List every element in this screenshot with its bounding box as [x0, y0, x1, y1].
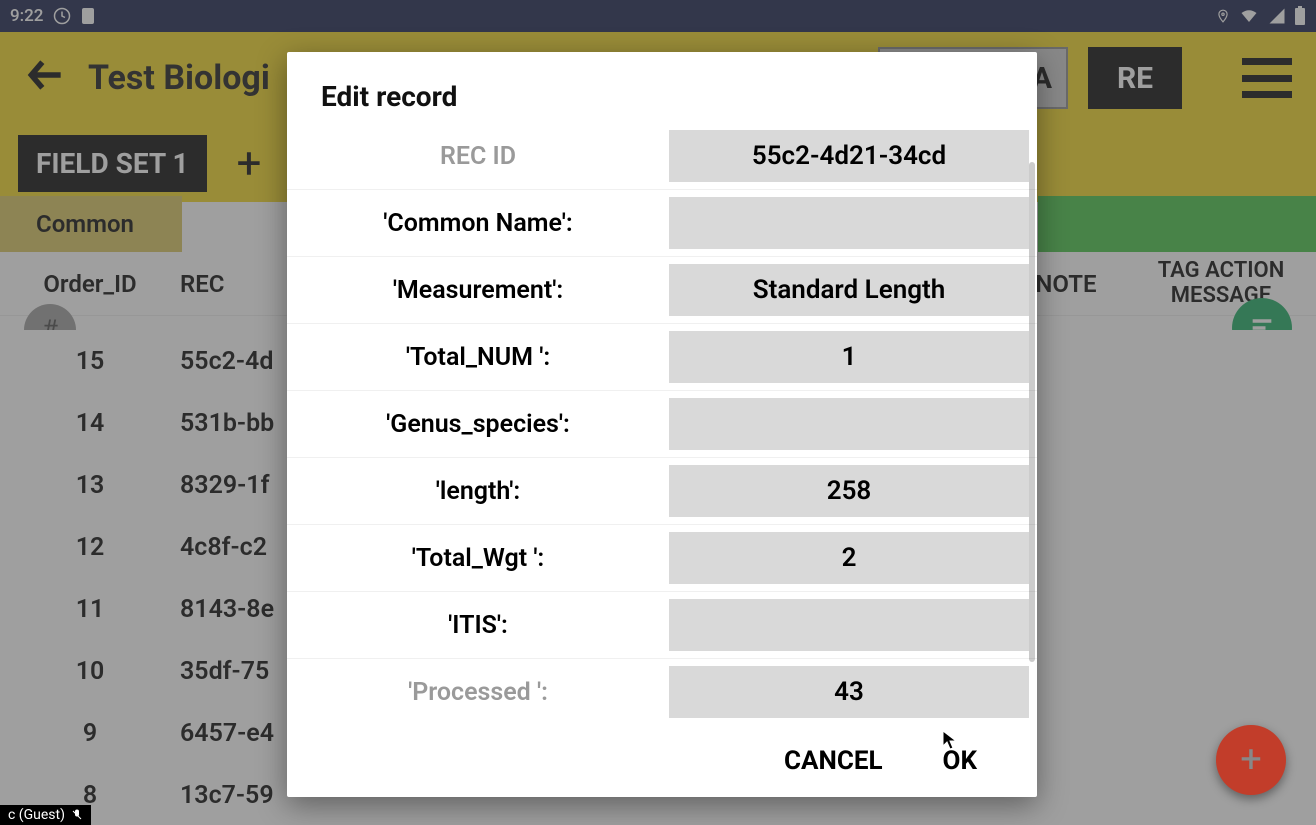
guest-label: c (Guest) — [8, 807, 65, 823]
field-label-total-num: 'Total_NUM ': — [287, 343, 669, 372]
edit-record-dialog: Edit record REC ID55c2-4d21-34cd 'Common… — [287, 52, 1037, 797]
add-record-fab[interactable]: + — [1216, 725, 1286, 795]
field-value-common-name[interactable] — [669, 197, 1029, 249]
field-label-itis: 'ITIS': — [287, 611, 669, 640]
ok-button[interactable]: OK — [943, 746, 977, 776]
field-value-total-num[interactable]: 1 — [669, 331, 1029, 383]
field-value-itis[interactable] — [669, 599, 1029, 651]
field-label-length: 'length': — [287, 477, 669, 506]
field-value-length[interactable]: 258 — [669, 465, 1029, 517]
field-label-recid: REC ID — [287, 142, 669, 171]
field-value-recid: 55c2-4d21-34cd — [669, 130, 1029, 182]
dialog-scrollbar-thumb[interactable] — [1029, 162, 1035, 662]
guest-chip: c (Guest) — [0, 805, 91, 825]
mic-muted-icon — [71, 809, 83, 821]
field-value-processed: 43 — [669, 666, 1029, 718]
field-value-genus-species[interactable] — [669, 398, 1029, 450]
field-value-measurement[interactable]: Standard Length — [669, 264, 1029, 316]
field-label-total-wgt: 'Total_Wgt ': — [287, 544, 669, 573]
dialog-actions: CANCEL OK — [287, 725, 1037, 797]
dialog-body[interactable]: REC ID55c2-4d21-34cd 'Common Name': 'Mea… — [287, 123, 1037, 725]
cancel-button[interactable]: CANCEL — [784, 746, 883, 776]
field-label-processed: 'Processed ': — [287, 678, 669, 707]
field-value-total-wgt[interactable]: 2 — [669, 532, 1029, 584]
dialog-title: Edit record — [287, 52, 1037, 123]
field-label-common-name: 'Common Name': — [287, 209, 669, 238]
field-label-measurement: 'Measurement': — [287, 276, 669, 305]
field-label-genus-species: 'Genus_species': — [287, 410, 669, 439]
